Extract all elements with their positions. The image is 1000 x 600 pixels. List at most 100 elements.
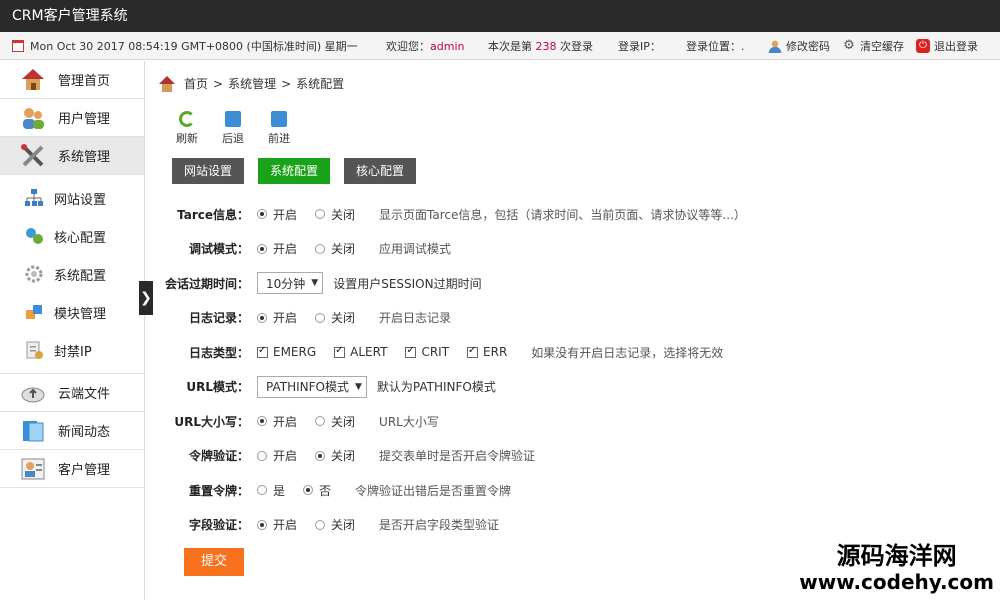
sidebar-item-users[interactable]: 用户管理 bbox=[0, 99, 144, 137]
token-off-radio[interactable]: 关闭 bbox=[315, 447, 355, 464]
change-password-link[interactable]: 修改密码 bbox=[768, 38, 830, 54]
login-location: 登录位置：. bbox=[686, 39, 745, 53]
sidebar-subitem-label: 封禁IP bbox=[54, 344, 92, 360]
log-on-radio[interactable]: 开启 bbox=[257, 309, 297, 326]
forward-icon bbox=[271, 111, 287, 127]
broom-icon: ⚙ bbox=[843, 37, 855, 53]
sidebar-subitem-label: 模块管理 bbox=[54, 306, 107, 322]
refresh-label: 刷新 bbox=[176, 132, 198, 145]
sidebar-item-news[interactable]: 新闻动态 bbox=[0, 412, 144, 450]
gear-icon bbox=[24, 264, 44, 284]
session-timeout-select[interactable]: 10分钟 ▼ bbox=[257, 272, 324, 295]
username: admin bbox=[430, 39, 465, 53]
sidebar-item-cloud-files[interactable]: 云端文件 bbox=[0, 374, 144, 412]
token-reset-hint: 令牌验证出错后是否重置令牌 bbox=[355, 483, 512, 498]
debug-off-radio[interactable]: 关闭 bbox=[315, 240, 355, 257]
url-mode-select[interactable]: PATHINFO模式 ▼ bbox=[257, 375, 367, 398]
back-button[interactable]: 后退 bbox=[210, 111, 256, 146]
sidebar-subitem-label: 网站设置 bbox=[54, 192, 107, 208]
field-check-hint: 是否开启字段类型验证 bbox=[379, 518, 500, 533]
tools-icon bbox=[20, 143, 46, 169]
session-hint: 设置用户SESSION过期时间 bbox=[333, 276, 482, 291]
app-title-bar: CRM客户管理系统 bbox=[0, 0, 1000, 32]
back-label: 后退 bbox=[222, 132, 244, 145]
sidebar-subitem-modules[interactable]: 模块管理 bbox=[0, 293, 144, 331]
debug-label: 调试模式： bbox=[188, 242, 249, 257]
customer-icon bbox=[20, 456, 46, 482]
forward-button[interactable]: 前进 bbox=[256, 111, 302, 146]
ban-icon bbox=[24, 340, 44, 360]
sidebar-item-customers[interactable]: 客户管理 bbox=[0, 450, 144, 488]
sidebar-item-label: 用户管理 bbox=[58, 112, 111, 127]
session-label: 会话过期时间： bbox=[164, 276, 249, 291]
tab-system-config[interactable]: 系统配置 bbox=[258, 158, 331, 184]
tab-site-settings[interactable]: 网站设置 bbox=[172, 158, 245, 184]
url-case-on-radio[interactable]: 开启 bbox=[257, 413, 297, 430]
url-case-hint: URL大小写 bbox=[379, 414, 439, 429]
user-edit-icon bbox=[768, 38, 782, 53]
field-check-label: 字段验证： bbox=[188, 518, 249, 533]
users-icon bbox=[20, 105, 46, 131]
tarce-on-radio[interactable]: 开启 bbox=[257, 206, 297, 223]
log-type-err-checkbox[interactable]: ERR bbox=[467, 345, 507, 359]
main-content: 首页 > 系统管理 > 系统配置 刷新 后退 前进 网站设置 系统配置 核心配置… bbox=[154, 61, 1000, 600]
forward-label: 前进 bbox=[268, 132, 290, 145]
tarce-label: Tarce信息： bbox=[177, 207, 249, 222]
chevron-down-icon: ▼ bbox=[311, 278, 319, 289]
row-tarce: Tarce信息： 开启 关闭 显示页面Tarce信息，包括（请求时间、当前页面、… bbox=[154, 197, 1000, 232]
row-token-reset: 重置令牌： 是 否 令牌验证出错后是否重置令牌 bbox=[154, 473, 1000, 508]
tab-core-config[interactable]: 核心配置 bbox=[344, 158, 417, 184]
login-count-number: 238 bbox=[535, 39, 557, 53]
sidebar-subitem-core-config[interactable]: 核心配置 bbox=[0, 217, 144, 255]
field-check-on-radio[interactable]: 开启 bbox=[257, 516, 297, 533]
watermark: 源码海洋网 www.codehy.com bbox=[799, 542, 994, 594]
log-type-alert-checkbox[interactable]: ALERT bbox=[334, 345, 387, 359]
url-mode-label: URL模式： bbox=[186, 380, 249, 395]
sidebar-item-label: 管理首页 bbox=[58, 74, 111, 89]
tarce-hint: 显示页面Tarce信息，包括（请求时间、当前页面、请求协议等等...） bbox=[379, 207, 746, 222]
sitemap-icon bbox=[24, 188, 44, 208]
refresh-button[interactable]: 刷新 bbox=[164, 111, 210, 146]
sidebar-item-label: 客户管理 bbox=[58, 463, 111, 478]
watermark-cn: 源码海洋网 bbox=[836, 542, 957, 570]
module-icon bbox=[24, 302, 44, 322]
debug-on-radio[interactable]: 开启 bbox=[257, 240, 297, 257]
token-reset-yes-radio[interactable]: 是 bbox=[257, 482, 285, 499]
tarce-off-radio[interactable]: 关闭 bbox=[315, 206, 355, 223]
logout-link[interactable]: ⏻ 退出登录 bbox=[916, 38, 978, 54]
sidebar-subitem-system-config[interactable]: 系统配置 bbox=[0, 255, 144, 293]
sidebar-subitem-ban-ip[interactable]: 封禁IP bbox=[0, 331, 144, 369]
token-hint: 提交表单时是否开启令牌验证 bbox=[379, 449, 536, 464]
row-log-type: 日志类型： EMERG ALERT CRIT ERR 如果没有开启日志记录，选择… bbox=[154, 335, 1000, 370]
row-field-check: 字段验证： 开启 关闭 是否开启字段类型验证 bbox=[154, 508, 1000, 543]
info-bar: Mon Oct 30 2017 08:54:19 GMT+0800 (中国标准时… bbox=[0, 32, 1000, 60]
log-type-crit-checkbox[interactable]: CRIT bbox=[405, 345, 449, 359]
news-icon bbox=[20, 418, 46, 444]
token-reset-no-radio[interactable]: 否 bbox=[303, 482, 331, 499]
url-case-off-radio[interactable]: 关闭 bbox=[315, 413, 355, 430]
log-label: 日志记录： bbox=[188, 311, 249, 326]
home-icon bbox=[158, 75, 176, 92]
field-check-off-radio[interactable]: 关闭 bbox=[315, 516, 355, 533]
url-case-label: URL大小写： bbox=[174, 414, 249, 429]
sidebar-subitem-site-settings[interactable]: 网站设置 bbox=[0, 179, 144, 217]
cloud-icon bbox=[20, 380, 46, 406]
sidebar-toggle-button[interactable]: ❯ bbox=[139, 281, 153, 315]
token-label: 令牌验证： bbox=[188, 449, 249, 464]
breadcrumb-home[interactable]: 首页 bbox=[184, 75, 208, 92]
core-icon bbox=[24, 226, 44, 246]
log-type-hint: 如果没有开启日志记录，选择将无效 bbox=[531, 345, 724, 360]
sidebar-subitem-label: 系统配置 bbox=[54, 268, 107, 284]
token-on-radio[interactable]: 开启 bbox=[257, 447, 297, 464]
log-type-emerg-checkbox[interactable]: EMERG bbox=[257, 345, 316, 359]
login-ip: 登录IP： bbox=[618, 39, 661, 53]
clear-cache-link[interactable]: ⚙ 清空缓存 bbox=[842, 38, 904, 54]
log-off-radio[interactable]: 关闭 bbox=[315, 309, 355, 326]
sidebar-item-home[interactable]: 管理首页 bbox=[0, 61, 144, 99]
sidebar-item-system[interactable]: 系统管理 bbox=[0, 137, 144, 175]
token-reset-label: 重置令牌： bbox=[188, 483, 249, 498]
submit-button[interactable]: 提交 bbox=[184, 548, 244, 576]
change-password-label: 修改密码 bbox=[786, 39, 830, 53]
config-tabs: 网站设置 系统配置 核心配置 bbox=[172, 158, 430, 184]
breadcrumb-system[interactable]: 系统管理 bbox=[228, 75, 276, 92]
